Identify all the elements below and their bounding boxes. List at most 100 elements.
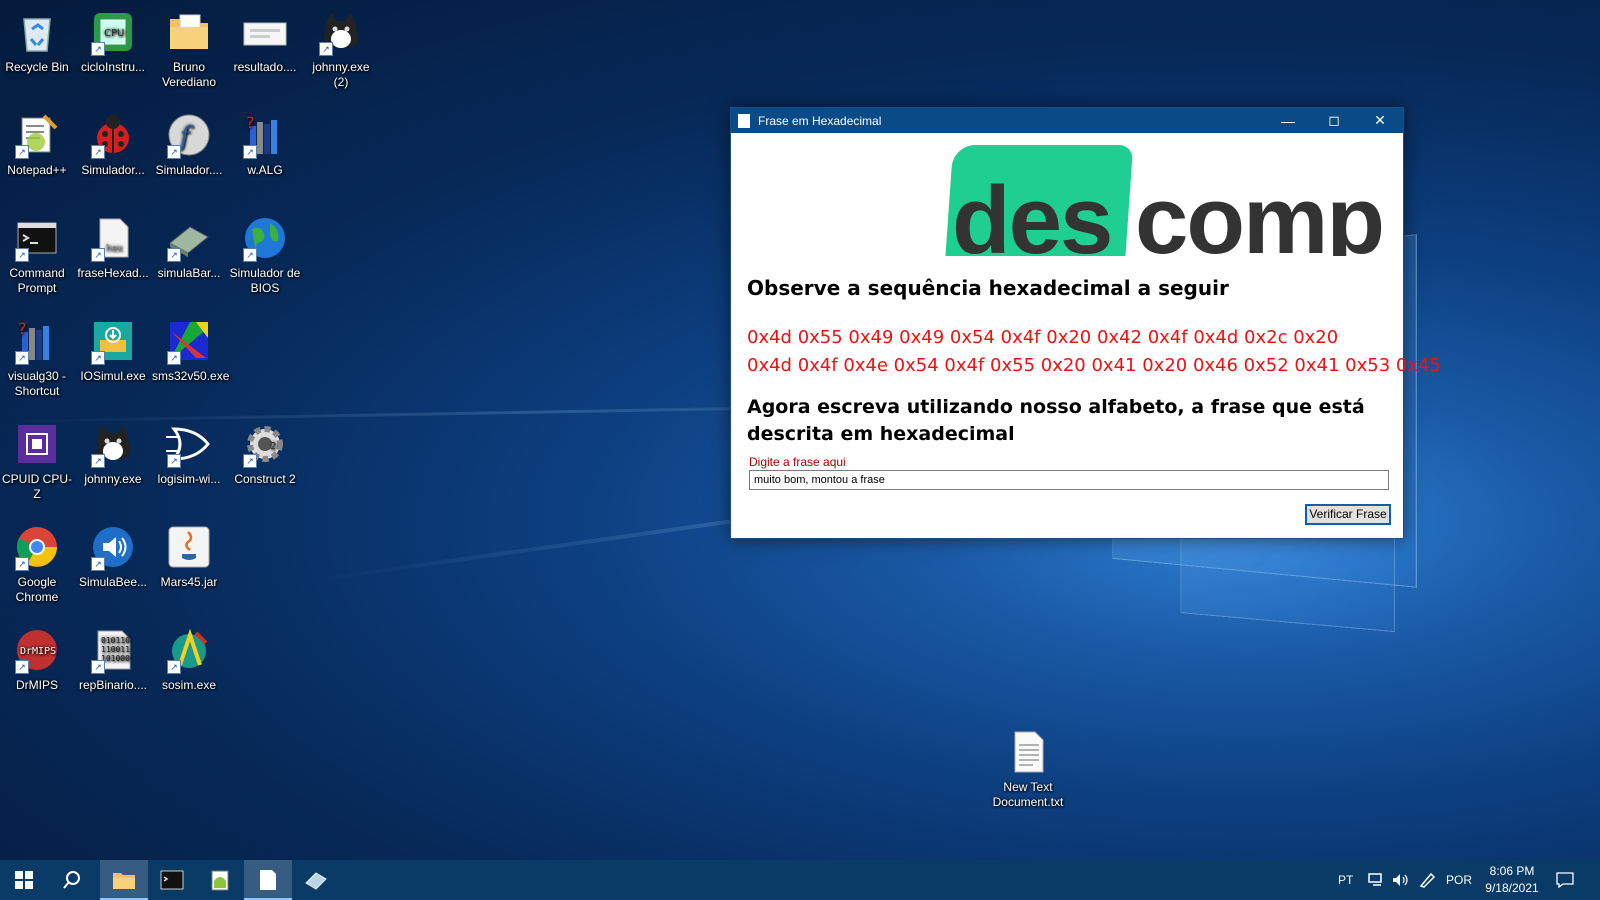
desktop-icon-sms32[interactable]: ↗ sms32v50.exe (152, 317, 230, 384)
phrase-input[interactable]: muito bom, montou a frase (749, 470, 1389, 490)
terminal-icon (160, 870, 184, 890)
sosim-icon: ↗ (165, 626, 213, 674)
desktop-icon-label: johnny.exe (84, 472, 142, 486)
desktop-icon-bruno-folder[interactable]: Bruno Verediano (152, 8, 226, 90)
desktop-icon-simulabar[interactable]: ↗ simulaBar... (152, 214, 226, 281)
verify-phrase-button[interactable]: Verificar Frase (1305, 504, 1391, 525)
desktop-icon-visualg[interactable]: ? ↗ visualg30 - Shortcut (0, 317, 74, 399)
taskbar: PT POR 8:06 PM 9/18/2021 (0, 860, 1600, 900)
desktop-icon-chrome[interactable]: ↗ Google Chrome (0, 523, 74, 605)
notepad-plus-icon (211, 870, 229, 891)
desktop-icon-bios[interactable]: ↗ Simulador de BIOS (228, 214, 302, 296)
logic-gate-icon: ↗ (165, 420, 213, 468)
desktop-icon-label: simulaBar... (157, 266, 221, 280)
desktop-icon-label: Simulador.... (155, 163, 223, 177)
volume-icon[interactable] (1392, 860, 1410, 900)
desktop-icon-repbinario[interactable]: 010110 110011 101000 ↗ repBinario.... (76, 626, 150, 693)
desktop-icon-simulador-bug[interactable]: ↗ Simulador... (76, 111, 150, 178)
desktop-icon-label: w.ALG (247, 163, 283, 177)
notepad-plus-icon: ↗ (13, 111, 61, 159)
flash-icon: f ↗ (165, 111, 213, 159)
desktop-icon-notepad-plus[interactable]: ↗ Notepad++ (0, 111, 74, 178)
taskbar-simulabar[interactable] (292, 860, 340, 900)
chip-icon (305, 872, 327, 890)
text-file-icon (1004, 728, 1052, 776)
folder-icon (165, 8, 213, 56)
desktop-icon-label: DrMIPS (16, 678, 58, 692)
maximize-button[interactable]: ◻ (1311, 108, 1357, 133)
keyboard-layout[interactable]: POR (1446, 860, 1472, 900)
cat-icon: ↗ (89, 420, 137, 468)
window-title: Frase em Hexadecimal (758, 113, 882, 128)
desktop-icon-label: New Text Document.txt (992, 780, 1064, 809)
image-file-icon (241, 8, 289, 56)
desktop-icon-sosim[interactable]: ↗ sosim.exe (152, 626, 226, 693)
phrase-input-label: Digite a frase aqui (749, 455, 846, 469)
desktop-icon-label: sms32v50.exe (152, 369, 230, 383)
svg-text:CPU: CPU (104, 28, 124, 39)
taskbar-frase-hexadecimal[interactable] (244, 860, 292, 900)
notification-center-icon[interactable] (1556, 860, 1574, 900)
desktop-icon-walg[interactable]: ? ↗ w.ALG (228, 111, 302, 178)
terminal-icon: ↗ (13, 214, 61, 262)
desktop-icon-new-text-document[interactable]: New Text Document.txt (990, 728, 1066, 810)
desktop-icon-label: Notepad++ (7, 163, 67, 177)
desktop-icon-iosimul[interactable]: ↗ IOSimul.exe (76, 317, 150, 384)
desktop-icon-label: cicloInstru... (80, 60, 146, 74)
desktop-icon-simulabee[interactable]: ↗ SimulaBee... (76, 523, 150, 590)
svg-text:?: ? (18, 319, 27, 338)
cpu-icon: CPU ↗ (89, 8, 137, 56)
desktop-icon-label: visualg30 - Shortcut (7, 369, 67, 398)
desktop-icon-label: IOSimul.exe (80, 369, 146, 383)
desktop-icon-label: fraseHexad... (77, 266, 149, 280)
desktop-icon-label: Construct 2 (234, 472, 296, 486)
network-icon[interactable] (1368, 860, 1386, 900)
search-icon (63, 871, 80, 889)
minimize-button[interactable]: — (1265, 108, 1311, 133)
input-language[interactable]: PT (1338, 860, 1353, 900)
desktop-icon-drmips[interactable]: DrMIPS ↗ DrMIPS (0, 626, 74, 693)
clock[interactable]: 8:06 PM 9/18/2021 (1482, 860, 1542, 900)
search-button[interactable] (48, 860, 96, 900)
close-button[interactable]: ✕ (1357, 108, 1403, 133)
desktop-icon-cpuz[interactable]: CPUID CPU-Z (0, 420, 74, 502)
descomp-logo: des comp (731, 133, 1403, 256)
desktop-icon-simulador-flash[interactable]: f ↗ Simulador.... (152, 111, 226, 178)
desktop-icon-johnny[interactable]: ↗ johnny.exe (76, 420, 150, 487)
desktop-icon-label: resultado.... (233, 60, 297, 74)
pen-icon[interactable] (1418, 860, 1436, 900)
desktop-icon-frasehex[interactable]: hex ↗ fraseHexad... (76, 214, 150, 281)
desktop-icon-construct[interactable]: 2 ↗ Construct 2 (228, 420, 302, 487)
desktop-icon-logisim[interactable]: ↗ logisim-wi... (152, 420, 226, 487)
ladybug-icon: ↗ (89, 111, 137, 159)
desktop-icon-label: Command Prompt (9, 266, 65, 295)
desktop-icon-label: sosim.exe (161, 678, 217, 692)
globe-icon: ↗ (241, 214, 289, 262)
desktop-icon-label: Bruno Verediano (161, 60, 217, 89)
desktop-icon-resultado[interactable]: resultado.... (228, 8, 302, 75)
desktop-icon-label: logisim-wi... (157, 472, 221, 486)
clock-time: 8:06 PM (1489, 864, 1535, 878)
desktop-icon-johnny-2[interactable]: ↗ johnny.exe (2) (304, 8, 378, 90)
desktop-icon-label: Google Chrome (15, 575, 59, 604)
clock-date: 9/18/2021 (1485, 881, 1539, 895)
desktop-icon-mars[interactable]: Mars45.jar (152, 523, 226, 590)
taskbar-notepad-plus[interactable] (196, 860, 244, 900)
heading-observe: Observe a sequência hexadecimal a seguir (747, 276, 1229, 300)
window-titlebar[interactable]: Frase em Hexadecimal — ◻ ✕ (731, 108, 1403, 133)
io-icon: ↗ (89, 317, 137, 365)
desktop-icon-ciclo[interactable]: CPU ↗ cicloInstru... (76, 8, 150, 75)
binary-file-icon: 010110 110011 101000 ↗ (89, 626, 137, 674)
taskbar-command-prompt[interactable] (148, 860, 196, 900)
desktop-icon-recycle-bin[interactable]: Recycle Bin (0, 8, 74, 75)
svg-text:010110: 010110 (101, 636, 130, 645)
desktop-icon-command-prompt[interactable]: ↗ Command Prompt (0, 214, 74, 296)
taskbar-file-explorer[interactable] (100, 860, 148, 900)
desktop-icon-label: Recycle Bin (5, 60, 69, 74)
desktop-icon-label: CPUID CPU-Z (1, 472, 72, 501)
hex-sequence-line-2: 0x4d 0x4f 0x4e 0x54 0x4f 0x55 0x20 0x41 … (747, 355, 1441, 376)
start-button[interactable] (0, 860, 48, 900)
java-icon (165, 523, 213, 571)
svg-text:110011: 110011 (101, 645, 130, 654)
desktop-icon-label: Simulador de BIOS (229, 266, 301, 295)
